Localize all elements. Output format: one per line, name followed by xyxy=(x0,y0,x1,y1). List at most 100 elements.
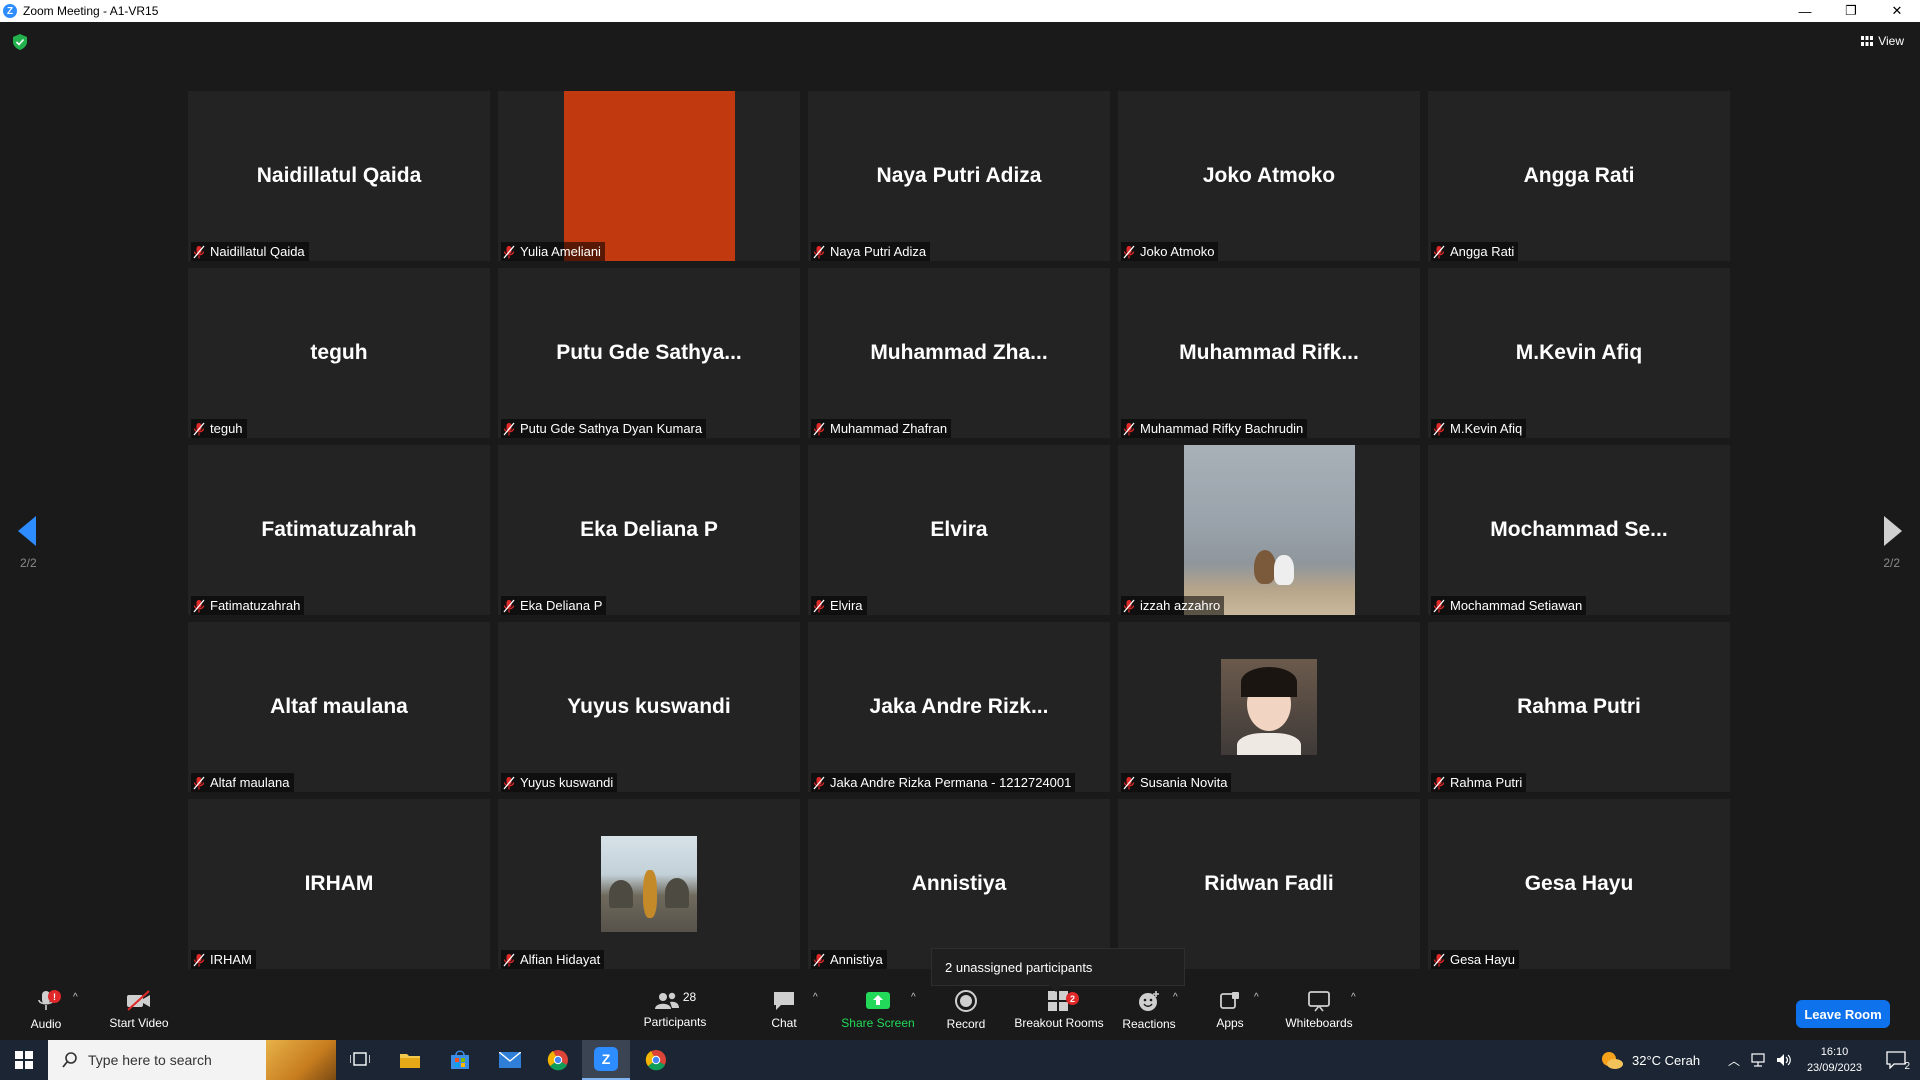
participant-name-text: Alfian Hidayat xyxy=(520,952,601,967)
network-icon[interactable] xyxy=(1750,1053,1766,1067)
participant-display-name: Eka Deliana P xyxy=(580,518,718,541)
leave-room-button[interactable]: Leave Room xyxy=(1796,1000,1890,1028)
participant-tile[interactable]: teguh teguh xyxy=(188,268,490,438)
notifications-button[interactable]: 2 xyxy=(1872,1040,1920,1080)
chat-bubble-icon xyxy=(774,992,794,1010)
participant-name-label: Muhammad Rifky Bachrudin xyxy=(1121,419,1308,438)
participant-tile[interactable]: Fatimatuzahrah Fatimatuzahrah xyxy=(188,445,490,615)
muted-mic-icon xyxy=(1433,422,1445,435)
speaker-icon[interactable] xyxy=(1776,1053,1792,1067)
minimize-button[interactable]: — xyxy=(1782,0,1828,22)
participant-tile[interactable]: Putu Gde Sathya... Putu Gde Sathya Dyan K… xyxy=(498,268,800,438)
reactions-button[interactable]: Reactions xyxy=(1120,980,1178,1040)
record-label: Record xyxy=(946,1017,986,1031)
participant-tile[interactable]: Angga Rati Angga Rati xyxy=(1428,91,1730,261)
muted-mic-icon xyxy=(1123,776,1135,789)
next-page-button[interactable] xyxy=(1884,516,1902,551)
cat-silhouette xyxy=(1254,550,1276,584)
previous-page-button[interactable] xyxy=(18,516,36,551)
whiteboards-options-caret[interactable]: ^ xyxy=(1351,992,1356,1003)
participant-display-name: Altaf maulana xyxy=(270,695,408,718)
participant-tile[interactable]: M.Kevin Afiq M.Kevin Afiq xyxy=(1428,268,1730,438)
participant-name-label: izzah azzahro xyxy=(1121,596,1225,615)
participant-tile[interactable]: Alfian Hidayat xyxy=(498,799,800,969)
task-view-button[interactable] xyxy=(336,1040,384,1080)
notification-icon xyxy=(1886,1051,1906,1069)
encryption-shield-icon[interactable] xyxy=(13,34,27,55)
participant-tile[interactable]: Ridwan FadliFadli xyxy=(1118,799,1420,969)
chat-label: Chat xyxy=(771,1016,797,1030)
participant-tile[interactable]: izzah azzahro xyxy=(1118,445,1420,615)
participants-button[interactable]: 28 Participants xyxy=(640,980,710,1040)
zoom-taskbar-button[interactable]: Z xyxy=(582,1040,630,1080)
share-options-caret[interactable]: ^ xyxy=(911,992,916,1003)
chrome-alt-icon xyxy=(645,1050,666,1071)
close-button[interactable]: ✕ xyxy=(1874,0,1920,22)
participant-tile[interactable]: Altaf maulana Altaf maulana xyxy=(188,622,490,792)
store-button[interactable] xyxy=(436,1040,484,1080)
participant-tile[interactable]: Muhammad Rifk... Muhammad Rifky Bachrudin xyxy=(1118,268,1420,438)
record-button[interactable]: Record xyxy=(940,980,992,1040)
chat-button[interactable]: Chat xyxy=(764,980,804,1040)
participant-tile[interactable]: Naidillatul Qaida Naidillatul Qaida xyxy=(188,91,490,261)
chat-options-caret[interactable]: ^ xyxy=(813,992,818,1003)
participant-display-name: Angga Rati xyxy=(1523,164,1635,187)
participant-tile[interactable]: Muhammad Zha... Muhammad Zhafran xyxy=(808,268,1110,438)
muted-mic-icon xyxy=(813,422,825,435)
participant-tile[interactable]: Naya Putri Adiza Naya Putri Adiza xyxy=(808,91,1110,261)
participant-tile[interactable]: Mochammad Se... Mochammad Setiawan xyxy=(1428,445,1730,615)
participant-display-name: Fatimatuzahrah xyxy=(261,518,417,541)
participant-name-text: IRHAM xyxy=(210,952,252,967)
participant-tile[interactable]: Elvira Elvira xyxy=(808,445,1110,615)
share-screen-label: Share Screen xyxy=(841,1016,915,1030)
chrome-profile-button[interactable] xyxy=(632,1040,680,1080)
whiteboards-button[interactable]: Whiteboards xyxy=(1282,980,1356,1040)
participants-count: 28 xyxy=(682,990,697,1004)
taskbar-clock[interactable]: 16:10 23/09/2023 xyxy=(1807,1044,1862,1076)
muted-mic-icon xyxy=(1433,599,1445,612)
participant-name-text: Joko Atmoko xyxy=(1140,244,1215,259)
file-explorer-button[interactable] xyxy=(386,1040,434,1080)
chevron-up-icon[interactable]: ︿ xyxy=(1728,1052,1740,1069)
apps-button[interactable]: Apps xyxy=(1210,980,1250,1040)
taskbar-search-box[interactable]: Type here to search xyxy=(48,1040,336,1080)
participant-tile[interactable]: Gesa Hayu Gesa Hayu xyxy=(1428,799,1730,969)
muted-mic-icon xyxy=(1123,422,1135,435)
start-button[interactable] xyxy=(0,1040,48,1080)
participant-tile[interactable]: Annistiya Annistiya xyxy=(808,799,1110,969)
participant-tile[interactable]: Yuyus kuswandi Yuyus kuswandi xyxy=(498,622,800,792)
apps-options-caret[interactable]: ^ xyxy=(1254,992,1259,1003)
unassigned-participants-tooltip[interactable]: 2 unassigned participants xyxy=(931,948,1185,992)
participant-name-text: Eka Deliana P xyxy=(520,598,603,613)
smiley-icon xyxy=(1139,991,1159,1011)
participant-name-label: Angga Rati xyxy=(1431,242,1519,261)
restore-button[interactable]: ❐ xyxy=(1828,0,1874,22)
participant-tile[interactable]: IRHAM IRHAM xyxy=(188,799,490,969)
participant-tile[interactable]: Yulia Ameliani xyxy=(498,91,800,261)
view-button[interactable]: View xyxy=(1861,34,1904,48)
portrait-hair xyxy=(1241,667,1297,697)
participant-tile[interactable]: Jaka Andre Rizk... Jaka Andre Rizka Perma… xyxy=(808,622,1110,792)
svg-text:Z: Z xyxy=(602,1051,611,1067)
chrome-button[interactable] xyxy=(534,1040,582,1080)
mail-button[interactable] xyxy=(486,1040,534,1080)
participant-tile[interactable]: Joko Atmoko Joko Atmoko xyxy=(1118,91,1420,261)
zoom-app-icon: Z xyxy=(594,1047,618,1071)
participant-name-text: Annistiya xyxy=(830,952,883,967)
muted-mic-icon xyxy=(1123,599,1135,612)
participant-grid: Naidillatul Qaida Naidillatul Qaida Yulia … xyxy=(188,91,1734,969)
weather-widget[interactable]: 32°C Cerah xyxy=(1600,1040,1700,1080)
participant-tile[interactable]: Eka Deliana P Eka Deliana P xyxy=(498,445,800,615)
start-video-button[interactable]: Start Video xyxy=(104,980,174,1040)
system-tray: ︿ xyxy=(1728,1040,1792,1080)
muted-mic-icon xyxy=(1433,953,1445,966)
participant-tile[interactable]: Susania Novita xyxy=(1118,622,1420,792)
participant-tile[interactable]: Rahma Putri Rahma Putri xyxy=(1428,622,1730,792)
audio-button[interactable]: ! Audio xyxy=(26,980,66,1040)
participant-name-text: Yulia Ameliani xyxy=(520,244,601,259)
reactions-options-caret[interactable]: ^ xyxy=(1173,992,1178,1003)
participant-name-label: Gesa Hayu xyxy=(1431,950,1520,969)
weather-text: 32°C Cerah xyxy=(1632,1052,1701,1068)
share-screen-button[interactable]: Share Screen xyxy=(838,980,918,1040)
audio-options-caret[interactable]: ^ xyxy=(73,992,78,1003)
